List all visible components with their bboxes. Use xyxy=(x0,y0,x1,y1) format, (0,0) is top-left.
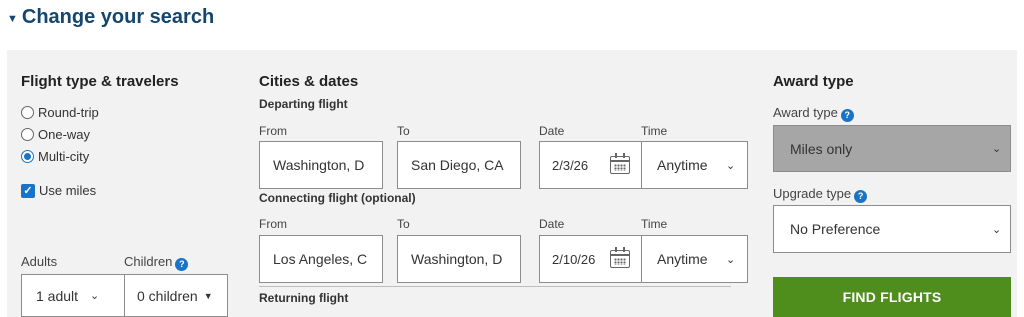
chevron-down-icon: ⌄ xyxy=(992,143,1002,155)
checkmark-icon[interactable]: ✓ xyxy=(21,183,35,198)
flight-type-title: Flight type & travelers xyxy=(21,73,179,90)
connecting-date-input[interactable]: 2/10/26 xyxy=(539,235,641,283)
cities-dates-title: Cities & dates xyxy=(259,73,359,90)
children-label: Children? xyxy=(124,254,189,271)
calendar-icon[interactable] xyxy=(610,247,630,268)
adults-label: Adults xyxy=(21,254,58,269)
connecting-from-value[interactable]: Los Angeles, C xyxy=(260,251,367,267)
connecting-date-value[interactable]: 2/10/26 xyxy=(540,252,610,267)
returning-flight-title: Returning flight xyxy=(259,291,349,305)
departing-time-select[interactable]: Anytime ⌄ xyxy=(641,141,748,189)
children-select[interactable]: 0 children ▼ xyxy=(124,274,228,317)
radio-circle[interactable] xyxy=(21,106,34,119)
departing-from-value[interactable]: Washington, D xyxy=(260,157,364,173)
children-value: 0 children xyxy=(137,287,198,304)
radio-label: Round-trip xyxy=(38,105,99,120)
triangle-down-icon: ▼ xyxy=(7,12,18,25)
award-type-label: Award type? xyxy=(773,105,854,122)
info-icon[interactable]: ? xyxy=(175,258,189,271)
award-type-select[interactable]: Miles only ⌄ xyxy=(773,125,1011,172)
time-label: Time xyxy=(641,217,668,231)
upgrade-type-label: Upgrade type? xyxy=(773,186,868,203)
connecting-time-select[interactable]: Anytime ⌄ xyxy=(641,235,748,283)
departing-flight-title: Departing flight xyxy=(259,97,348,111)
award-type-value: Miles only xyxy=(790,140,853,157)
adults-select[interactable]: 1 adult ⌄ xyxy=(21,274,124,317)
change-search-title: Change your search xyxy=(21,6,215,28)
info-icon[interactable]: ? xyxy=(840,109,854,122)
connecting-to-value[interactable]: Washington, D xyxy=(398,251,502,267)
chevron-down-icon: ⌄ xyxy=(726,253,736,266)
upgrade-type-value: No Preference xyxy=(790,221,881,237)
award-type-title: Award type xyxy=(773,73,854,90)
to-label: To xyxy=(397,124,410,138)
departing-to-input[interactable]: San Diego, CA xyxy=(397,141,521,189)
departing-date-value[interactable]: 2/3/26 xyxy=(540,158,610,173)
to-label: To xyxy=(397,217,410,231)
divider xyxy=(259,286,731,287)
radio-circle[interactable] xyxy=(21,128,34,141)
departing-date-input[interactable]: 2/3/26 xyxy=(539,141,641,189)
calendar-icon[interactable] xyxy=(610,153,630,174)
from-label: From xyxy=(259,124,287,138)
use-miles-label: Use miles xyxy=(39,183,97,198)
radio-one-way[interactable]: One-way xyxy=(21,127,90,142)
radio-label: Multi-city xyxy=(38,149,90,164)
info-icon[interactable]: ? xyxy=(854,190,868,203)
radio-circle-selected[interactable] xyxy=(21,150,34,163)
departing-from-input[interactable]: Washington, D xyxy=(259,141,383,189)
chevron-down-icon: ⌄ xyxy=(992,223,1002,236)
radio-multi-city[interactable]: Multi-city xyxy=(21,149,89,164)
connecting-time-value: Anytime xyxy=(657,251,708,267)
change-search-toggle[interactable]: ▼ Change your search xyxy=(7,6,214,29)
chevron-down-icon: ⌄ xyxy=(90,290,100,302)
date-label: Date xyxy=(539,217,565,231)
adults-value: 1 adult xyxy=(36,287,79,304)
connecting-from-input[interactable]: Los Angeles, C xyxy=(259,235,383,283)
time-label: Time xyxy=(641,124,668,138)
radio-label: One-way xyxy=(38,127,91,142)
upgrade-type-select[interactable]: No Preference ⌄ xyxy=(773,205,1011,253)
radio-round-trip[interactable]: Round-trip xyxy=(21,105,99,120)
from-label: From xyxy=(259,217,287,231)
connecting-flight-title: Connecting flight (optional) xyxy=(259,191,416,205)
departing-time-value: Anytime xyxy=(657,157,708,173)
departing-to-value[interactable]: San Diego, CA xyxy=(398,157,504,173)
date-label: Date xyxy=(539,124,565,138)
use-miles-checkbox[interactable]: ✓ Use miles xyxy=(21,183,96,198)
find-flights-button[interactable]: FIND FLIGHTS xyxy=(773,277,1011,317)
triangle-down-icon: ▼ xyxy=(203,290,213,301)
chevron-down-icon: ⌄ xyxy=(726,159,736,172)
connecting-to-input[interactable]: Washington, D xyxy=(397,235,521,283)
